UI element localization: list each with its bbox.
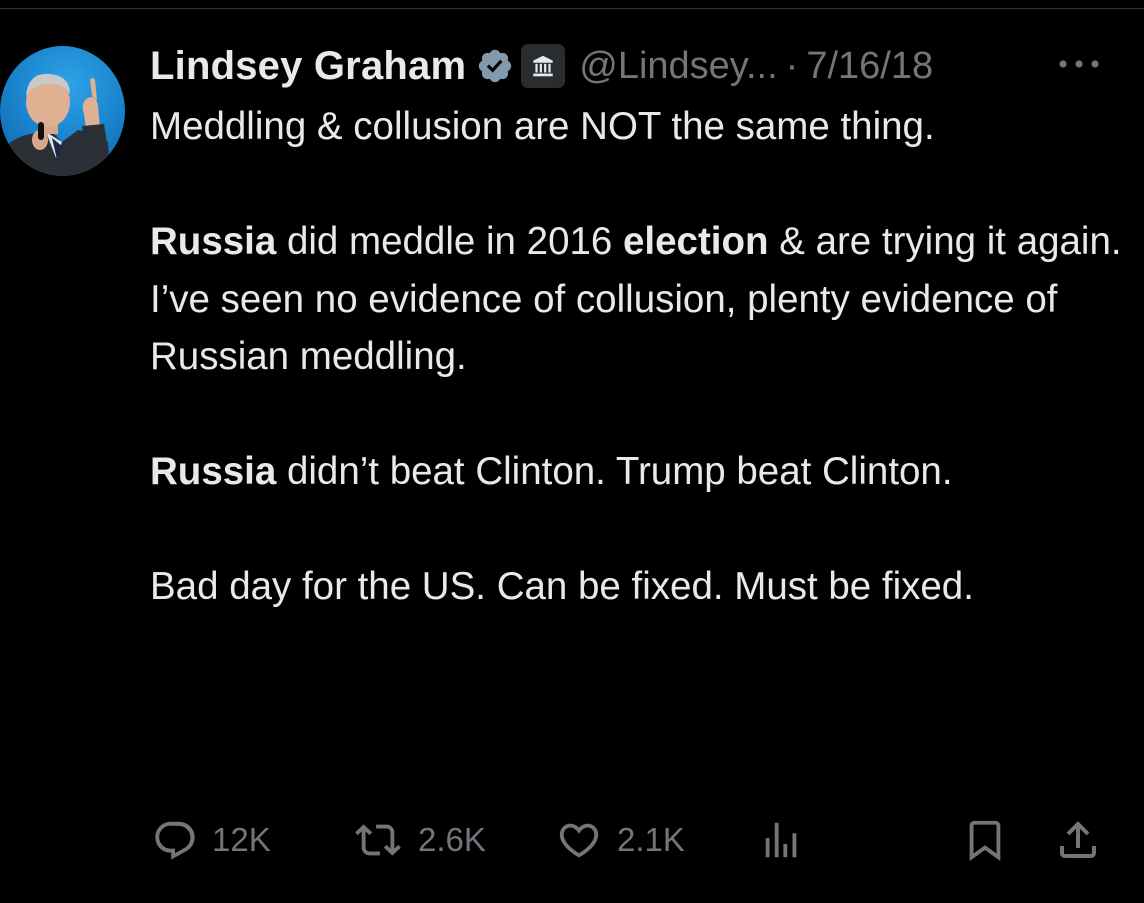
avatar[interactable]	[0, 46, 125, 176]
tweet-paragraph-1: Meddling & collusion are NOT the same th…	[150, 105, 935, 148]
verified-badge-icon[interactable]	[476, 47, 514, 85]
tweet-header: Lindsey Graham @Lindsey... · 7/16/18	[150, 38, 933, 94]
analytics-bars-icon	[765, 822, 797, 858]
more-options-icon[interactable]	[1055, 52, 1103, 76]
share-button[interactable]	[1054, 812, 1102, 868]
heart-icon	[559, 823, 599, 858]
bold-text: Russia	[150, 220, 277, 263]
reply-count: 12K	[212, 821, 271, 858]
repost-button[interactable]: 2.6K	[352, 812, 486, 868]
tweet-paragraph-4: Bad day for the US. Can be fixed. Must b…	[150, 565, 974, 608]
tweet-paragraph-2: Russia did meddle in 2016 election & are…	[150, 220, 1122, 378]
government-building-icon[interactable]	[521, 44, 566, 88]
like-button[interactable]: 2.1K	[555, 812, 685, 868]
share-icon	[1060, 821, 1096, 858]
bold-text: election	[623, 220, 769, 263]
tweet-action-bar: 12K 2.6K 2.1K	[0, 812, 1144, 868]
bookmark-icon	[969, 820, 1001, 861]
like-count: 2.1K	[617, 821, 685, 858]
author-display-name[interactable]: Lindsey Graham	[150, 44, 466, 89]
views-button[interactable]	[756, 812, 806, 868]
tweet-text: Meddling & collusion are NOT the same th…	[150, 98, 1125, 616]
bookmark-button[interactable]	[962, 812, 1008, 868]
repost-count: 2.6K	[418, 821, 486, 858]
reply-button[interactable]: 12K	[152, 812, 271, 868]
tweet-date[interactable]: 7/16/18	[806, 45, 933, 88]
top-divider	[0, 8, 1144, 9]
header-separator: ·	[785, 44, 799, 87]
bold-text: Russia	[150, 450, 277, 493]
tweet-paragraph-3: Russia didn’t beat Clinton. Trump beat C…	[150, 450, 953, 493]
avatar-portrait-image	[0, 73, 110, 176]
repost-icon	[355, 824, 401, 856]
author-handle[interactable]: @Lindsey...	[579, 45, 777, 88]
reply-icon	[155, 821, 195, 860]
